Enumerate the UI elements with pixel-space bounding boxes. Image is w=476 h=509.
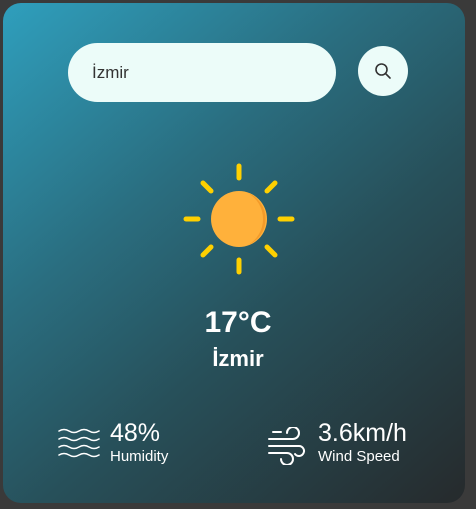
search-button[interactable] [358,46,408,96]
sun-icon [183,163,295,275]
humidity-label: Humidity [110,448,169,465]
wind-stat: 3.6km/h Wind Speed [267,419,407,466]
humidity-value: 48% [110,419,161,447]
temperature: 17°C [204,306,272,339]
wind-value: 3.6km/h [318,419,407,447]
wind-label: Wind Speed [318,448,400,465]
search-input[interactable] [68,43,336,102]
weather-card: 17°C İzmir 48% Humidity 3.6km/h [3,3,465,503]
humidity-stat: 48% Humidity [57,419,168,466]
search-icon [375,63,391,79]
waves-icon [58,428,100,458]
city-name: İzmir [212,346,264,371]
wind-icon [268,427,305,465]
